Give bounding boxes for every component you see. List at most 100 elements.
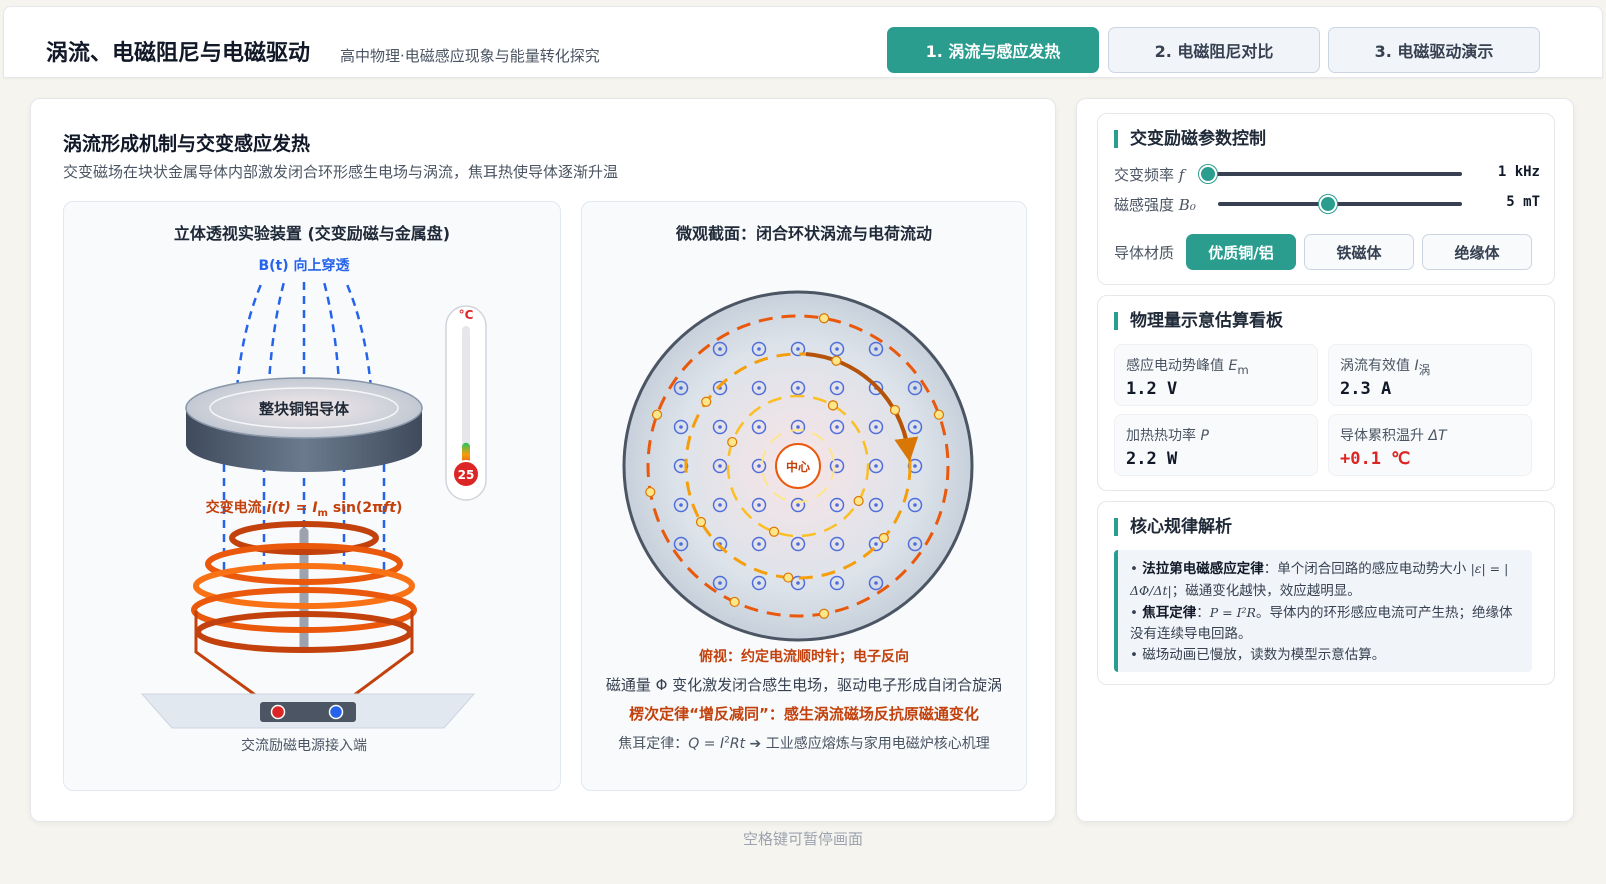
metric-current-value: 2.3 A (1340, 379, 1392, 399)
electron (645, 486, 656, 498)
electron (783, 572, 794, 583)
source-label: 交流励磁电源接入端 (241, 737, 367, 754)
tab-damping[interactable]: 2. 电磁阻尼对比 (1108, 27, 1320, 73)
field-dot-center (757, 542, 761, 546)
field-dot-center (679, 386, 683, 390)
metric-power-label: 加热热功率 P (1126, 428, 1209, 444)
electron (933, 409, 945, 420)
field-strength-label: 磁感强度 B₀ (1114, 196, 1196, 214)
thermometer-unit: °C (459, 308, 474, 322)
electron (818, 608, 830, 619)
field-dot-center (835, 386, 839, 390)
metric-emf-label: 感应电动势峰值 Em (1126, 358, 1249, 377)
field-dot-center (913, 503, 917, 507)
material-label: 导体材质 (1114, 244, 1175, 262)
metric-temperature: 导体累积温升 ΔT +0.1 ℃ (1328, 414, 1532, 476)
material-ferromagnet-button[interactable]: 铁磁体 (1304, 234, 1414, 270)
thermometer-value: 25 (458, 468, 475, 482)
electron (889, 404, 901, 416)
field-dot-center (835, 542, 839, 546)
field-dot-center (757, 464, 761, 468)
electron (831, 355, 842, 366)
metric-power-value: 2.2 W (1126, 449, 1178, 469)
field-dot-center (679, 503, 683, 507)
electron (878, 532, 889, 544)
frequency-slider-track[interactable] (1208, 172, 1462, 176)
field-dot-center (874, 542, 878, 546)
frequency-label: 交变频率 f (1114, 166, 1185, 184)
metal-disk (185, 377, 423, 472)
field-dot-center (874, 464, 878, 468)
pause-hint: 空格键可暂停画面 (742, 830, 863, 848)
controls-card: 交变励磁参数控制 交变频率 f 1 kHz 磁感强度 B₀ 5 mT 导体材质 … (1097, 113, 1555, 285)
field-dot-center (796, 386, 800, 390)
material-insulator-button[interactable]: 绝缘体 (1422, 234, 1532, 270)
field-dot-center (796, 425, 800, 429)
app-title: 涡流、电磁阻尼与电磁驱动 (46, 41, 311, 66)
field-slider-track[interactable] (1218, 202, 1462, 206)
field-dot-center (796, 347, 800, 351)
section-description: 交变磁场在块状金属导体内部激发闭合环形感生电场与涡流，焦耳热使导体逐渐升温 (63, 163, 619, 181)
app-subtitle: 高中物理·电磁感应现象与能量转化探究 (340, 47, 600, 65)
metric-current: 涡流有效值 I涡 2.3 A (1328, 344, 1532, 406)
header-bar: 涡流、电磁阻尼与电磁驱动 高中物理·电磁感应现象与能量转化探究 1. 涡流与感应… (3, 6, 1603, 78)
faraday-law: • 法拉第电磁感应定律：单个闭合回路的感应电动势大小 |ε| = |ΔΦ/Δt|… (1130, 561, 1509, 599)
joule-caption: 焦耳定律：Q = I2Rt ➔ 工业感应熔炼与家用电磁炉核心机理 (618, 735, 990, 752)
laws-box: • 法拉第电磁感应定律：单个闭合回路的感应电动势大小 |ε| = |ΔΦ/Δt|… (1114, 550, 1532, 672)
field-label: B(t) 向上穿透 (258, 257, 350, 274)
field-dot-center (679, 425, 683, 429)
electron (695, 516, 707, 528)
power-source-base (140, 693, 476, 729)
field-dot-center (913, 386, 917, 390)
field-dot-center (835, 464, 839, 468)
field-dot-center (835, 425, 839, 429)
electron (853, 495, 864, 507)
field-dot-center (757, 347, 761, 351)
metric-emf-value: 1.2 V (1126, 379, 1178, 399)
field-dot-center (718, 347, 722, 351)
tab-eddy-heating[interactable]: 1. 涡流与感应发热 (887, 27, 1099, 73)
disk-label: 整块铜铝导体 (259, 400, 350, 418)
apparatus-diagram: B(t) 向上穿透 整块铜铝导体 °C 25 交变电流 i(t) = Im si… (140, 257, 487, 754)
field-dot-center (913, 464, 917, 468)
material-copper-button[interactable]: 优质铜/铝 (1186, 234, 1296, 270)
field-dot-center (796, 542, 800, 546)
field-dot-center (835, 503, 839, 507)
field-dot-center (718, 503, 722, 507)
field-dot-center (913, 425, 917, 429)
view-caption: 俯视：约定电流顺时针；电子反向 (699, 649, 909, 665)
electron (827, 400, 839, 411)
tab-drive[interactable]: 3. 电磁驱动演示 (1328, 27, 1540, 73)
lenz-caption: 楞次定律“增反减同”：感生涡流磁场反抗原磁通变化 (629, 705, 979, 723)
field-dot-center (757, 503, 761, 507)
electron (818, 313, 830, 324)
field-dot-center (757, 425, 761, 429)
field-dot-center (679, 542, 683, 546)
joule-law: • 焦耳定律：P = I²R。导体内的环形感应电流可产生热；绝缘体没有连续导电回… (1130, 605, 1513, 642)
metric-power: 加热热功率 P 2.2 W (1114, 414, 1318, 476)
electron (729, 596, 740, 608)
field-dot-center (718, 581, 722, 585)
laws-title: 核心规律解析 (1114, 518, 1232, 536)
controls-title: 交变励磁参数控制 (1114, 130, 1266, 148)
flux-caption: 磁通量 Φ 变化激发闭合感生电场，驱动电子形成自闭合旋涡 (605, 676, 1003, 694)
field-slider-thumb[interactable] (1318, 195, 1337, 213)
metric-emf: 感应电动势峰值 Em 1.2 V (1114, 344, 1318, 406)
field-dot-center (874, 503, 878, 507)
side-panel: 交变励磁参数控制 交变频率 f 1 kHz 磁感强度 B₀ 5 mT 导体材质 … (1076, 98, 1574, 822)
metric-temperature-value: +0.1 ℃ (1340, 449, 1411, 469)
main-card: 涡流形成机制与交变感应发热 交变磁场在块状金属导体内部激发闭合环形感生电场与涡流… (30, 98, 1056, 822)
field-strength-value: 5 mT (1506, 194, 1540, 210)
field-dot-center (874, 581, 878, 585)
field-dot-center (796, 503, 800, 507)
section-title: 涡流形成机制与交变感应发热 (63, 133, 311, 155)
field-dot-center (913, 542, 917, 546)
field-dot-center (874, 347, 878, 351)
field-dot-center (835, 347, 839, 351)
metric-temperature-label: 导体累积温升 ΔT (1340, 428, 1447, 444)
field-dot-center (718, 464, 722, 468)
frequency-value: 1 kHz (1497, 164, 1540, 180)
excitation-coil (191, 521, 417, 712)
frequency-slider-thumb[interactable] (1199, 165, 1217, 183)
current-label: 交变电流 i(t) = Im sin(2πft) (206, 499, 403, 519)
